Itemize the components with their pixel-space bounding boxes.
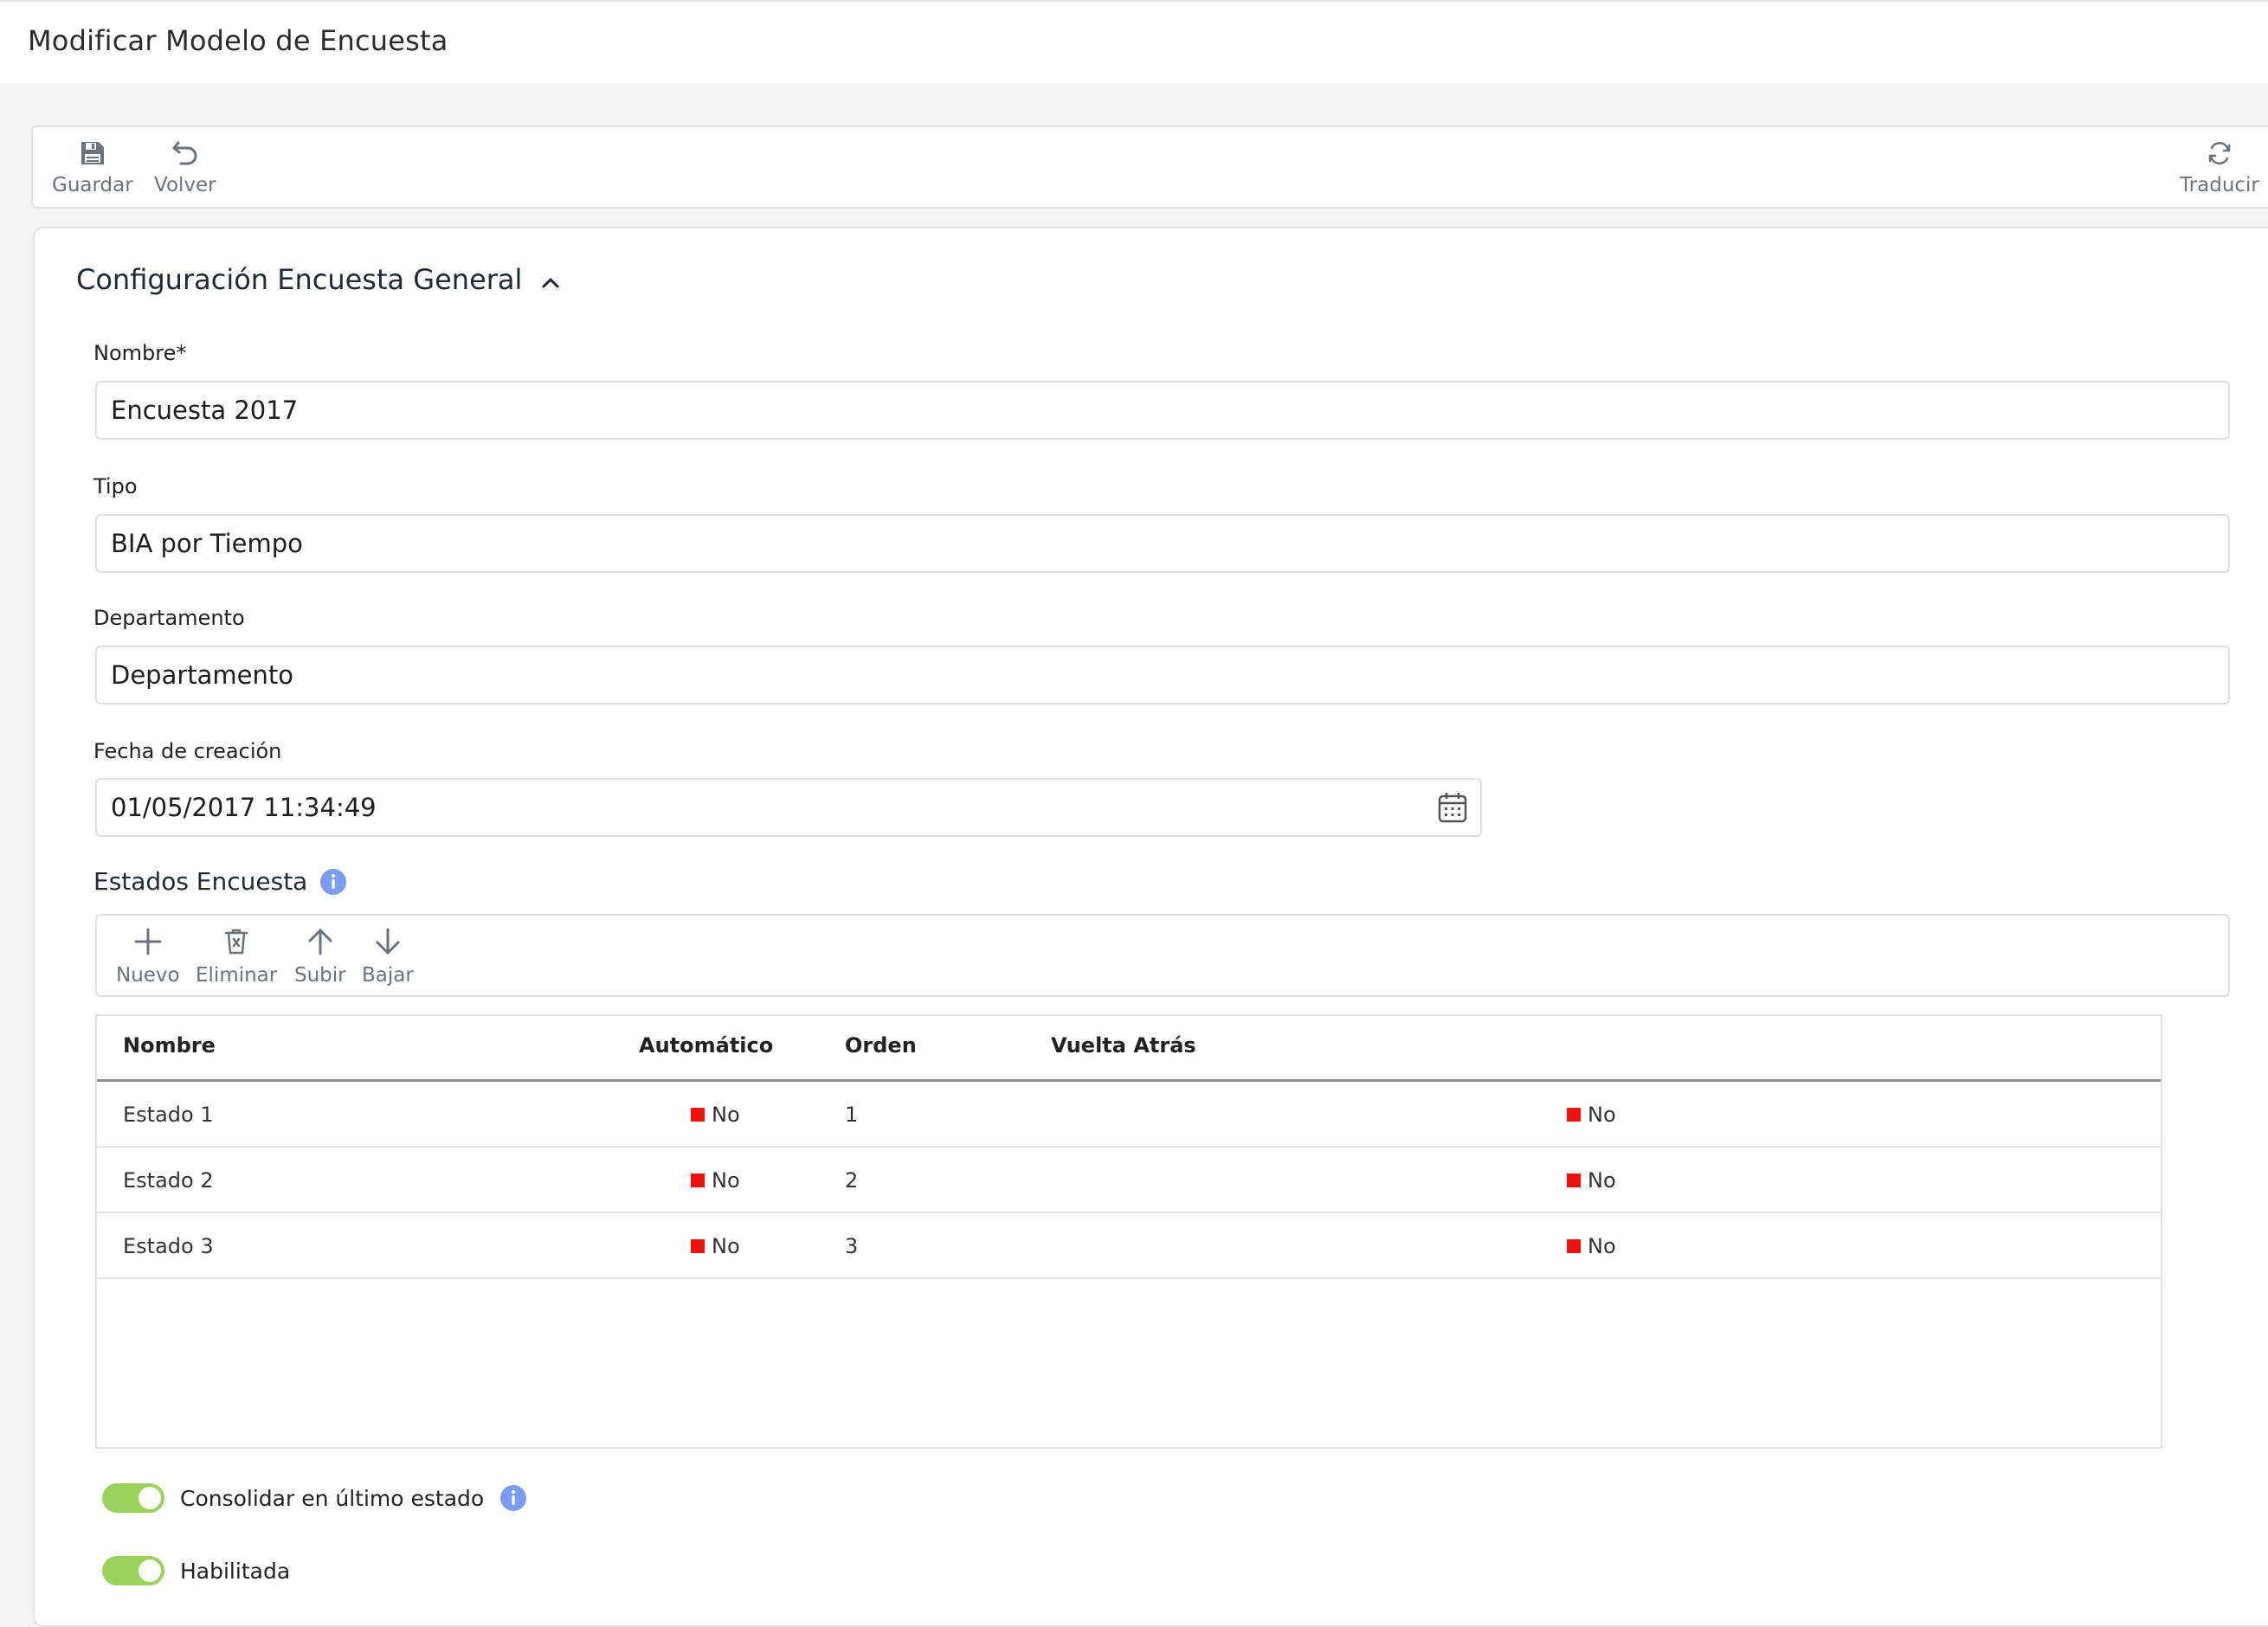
col-vuelta-atras[interactable]: Vuelta Atrás [1051, 1033, 1196, 1058]
consolidar-toggle[interactable] [102, 1483, 164, 1513]
table-row[interactable]: Estado 1 No 1 No [97, 1082, 2161, 1148]
save-button[interactable]: Guardar [52, 136, 133, 202]
down-label: Bajar [362, 964, 414, 987]
consolidar-label: Consolidar en último estado [180, 1485, 485, 1511]
tipo-field[interactable]: BIA por Tiempo [95, 514, 2230, 573]
config-card: Configuración Encuesta General Nombre* E… [33, 227, 2268, 1627]
habilitada-row: Habilitada [102, 1556, 290, 1585]
col-orden[interactable]: Orden [845, 1033, 917, 1058]
estados-toolbar: Nuevo Eliminar Subir Bajar [95, 914, 2230, 997]
status-no-icon [691, 1239, 705, 1253]
departamento-value: Departamento [111, 660, 294, 690]
cell-automatico: No [691, 1168, 740, 1193]
save-label: Guardar [52, 174, 133, 196]
move-down-button[interactable]: Bajar [362, 923, 414, 987]
calendar-icon[interactable] [1437, 791, 1468, 830]
cell-automatico-text: No [712, 1103, 740, 1127]
habilitada-toggle[interactable] [102, 1556, 164, 1585]
tipo-label: Tipo [93, 474, 138, 498]
col-nombre[interactable]: Nombre [123, 1033, 216, 1058]
status-no-icon [1567, 1108, 1581, 1122]
table-header: Nombre Automático Orden Vuelta Atrás [97, 1016, 2161, 1082]
tipo-value: BIA por Tiempo [111, 529, 303, 558]
estados-table: Nombre Automático Orden Vuelta Atrás Est… [95, 1014, 2162, 1449]
table-row[interactable]: Estado 3 No 3 No [97, 1213, 2161, 1279]
toggle-knob [139, 1487, 161, 1509]
cell-vuelta-text: No [1588, 1234, 1616, 1258]
estados-heading: Estados Encuesta [93, 867, 347, 896]
up-label: Subir [294, 964, 346, 987]
cell-vuelta: No [1567, 1234, 1616, 1258]
nombre-label: Nombre* [93, 341, 187, 365]
delete-button[interactable]: Eliminar [196, 923, 277, 987]
cell-nombre: Estado 1 [123, 1103, 214, 1127]
new-label: Nuevo [116, 964, 180, 987]
new-button[interactable]: Nuevo [116, 923, 180, 987]
departamento-label: Departamento [93, 606, 245, 630]
cell-orden: 2 [845, 1168, 859, 1193]
cell-vuelta-text: No [1588, 1168, 1616, 1193]
status-no-icon [691, 1174, 705, 1187]
cell-vuelta-text: No [1588, 1103, 1616, 1127]
translate-label: Traducir [2180, 174, 2259, 196]
cell-vuelta: No [1567, 1103, 1616, 1127]
page-title: Modificar Modelo de Encuesta [28, 24, 448, 57]
back-label: Volver [154, 174, 216, 196]
arrow-up-icon [306, 923, 334, 961]
main-toolbar: Guardar Volver Traducir [31, 125, 2268, 209]
section-title: Configuración Encuesta General [76, 263, 523, 296]
chevron-up-icon[interactable] [541, 263, 560, 296]
arrow-down-icon [374, 923, 402, 961]
toggle-knob [139, 1559, 161, 1582]
estados-title: Estados Encuesta [93, 867, 308, 896]
status-no-icon [1567, 1174, 1581, 1187]
fecha-field[interactable]: 01/05/2017 11:34:49 [95, 778, 1482, 837]
back-button[interactable]: Volver [154, 136, 216, 202]
undo-icon [171, 136, 200, 170]
trash-icon [223, 923, 249, 961]
cell-orden: 3 [845, 1234, 859, 1258]
save-icon [79, 136, 106, 170]
status-no-icon [1567, 1239, 1581, 1253]
section-header[interactable]: Configuración Encuesta General [76, 263, 560, 296]
delete-label: Eliminar [196, 964, 278, 987]
table-row[interactable]: Estado 2 No 2 No [97, 1148, 2161, 1213]
plus-icon [133, 923, 163, 961]
page-header: Modificar Modelo de Encuesta [0, 0, 2268, 83]
cell-automatico-text: No [712, 1168, 740, 1193]
cell-vuelta: No [1567, 1168, 1616, 1193]
fecha-value: 01/05/2017 11:34:49 [111, 793, 377, 822]
status-no-icon [691, 1108, 705, 1122]
translate-button[interactable]: Traducir [2180, 136, 2259, 202]
departamento-field[interactable]: Departamento [95, 646, 2230, 704]
cell-automatico: No [691, 1103, 740, 1127]
nombre-field[interactable]: Encuesta 2017 [95, 381, 2230, 440]
cell-nombre: Estado 2 [123, 1168, 214, 1193]
refresh-icon [2207, 136, 2233, 170]
col-automatico[interactable]: Automático [639, 1033, 773, 1058]
nombre-value: Encuesta 2017 [111, 395, 299, 425]
consolidar-row: Consolidar en último estado [102, 1483, 527, 1513]
info-icon[interactable] [319, 868, 347, 896]
cell-automatico: No [691, 1234, 740, 1258]
cell-nombre: Estado 3 [123, 1234, 214, 1258]
cell-automatico-text: No [712, 1234, 740, 1258]
habilitada-label: Habilitada [180, 1558, 291, 1584]
fecha-label: Fecha de creación [93, 739, 282, 763]
info-icon[interactable] [499, 1484, 527, 1512]
cell-orden: 1 [845, 1103, 859, 1127]
move-up-button[interactable]: Subir [294, 923, 346, 987]
